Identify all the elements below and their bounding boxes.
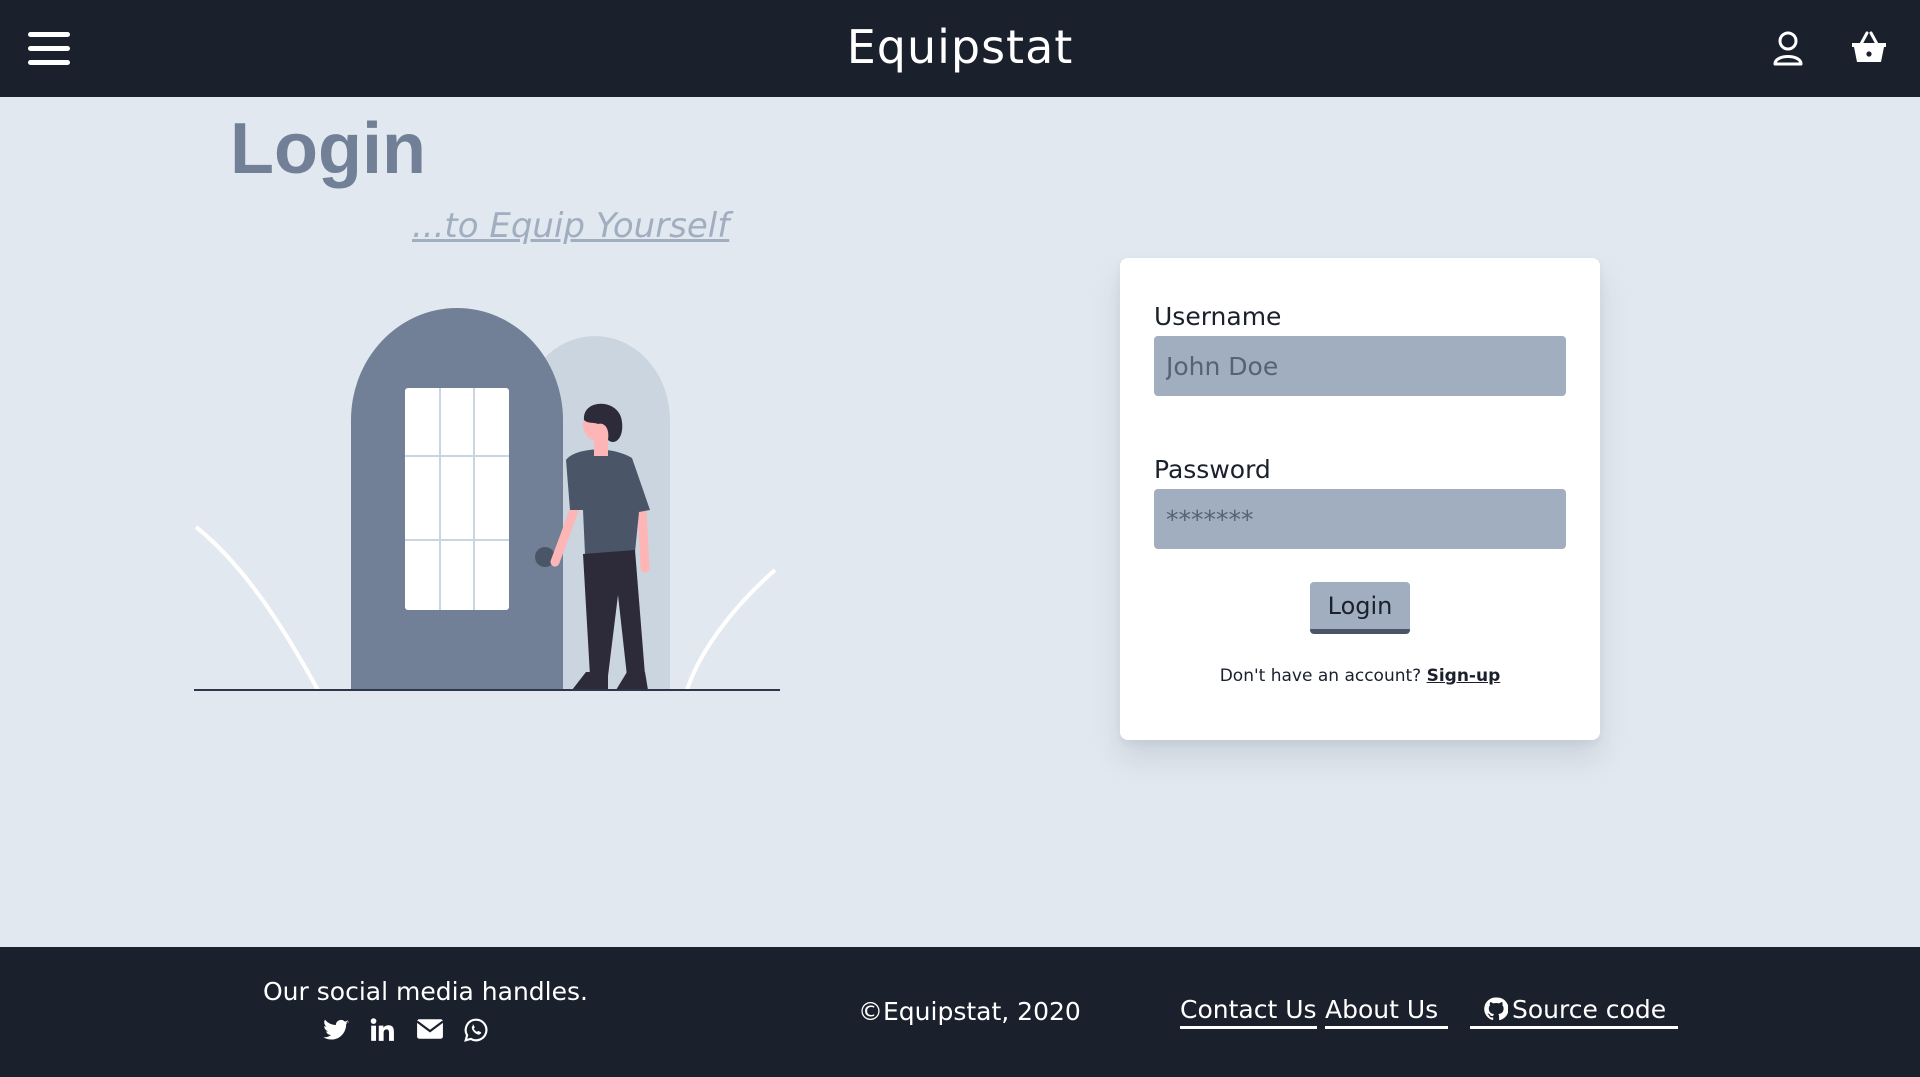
envelope-icon[interactable] xyxy=(416,1017,444,1045)
username-label: Username xyxy=(1154,302,1282,331)
social-title: Our social media handles. xyxy=(263,977,588,1006)
user-icon[interactable] xyxy=(1772,30,1804,66)
username-input[interactable] xyxy=(1154,336,1566,396)
github-icon xyxy=(1484,997,1508,1021)
login-button[interactable]: Login xyxy=(1310,582,1410,634)
signup-link[interactable]: Sign-up xyxy=(1427,666,1501,686)
twitter-icon[interactable] xyxy=(322,1017,350,1045)
social-icons xyxy=(322,1017,505,1045)
footer: Our social media handles. ©Equipstat, 20… xyxy=(0,947,1920,1077)
login-card: Username Password Login Don't have an ac… xyxy=(1120,258,1600,740)
password-label: Password xyxy=(1154,455,1271,484)
signup-line: Don't have an account? Sign-up xyxy=(1120,666,1600,686)
source-code-label: Source code xyxy=(1512,995,1667,1024)
brand-logo[interactable]: Equipstat xyxy=(0,20,1920,74)
password-input[interactable] xyxy=(1154,489,1566,549)
navbar: Equipstat xyxy=(0,0,1920,97)
linkedin-icon[interactable] xyxy=(369,1017,397,1045)
about-us-link[interactable]: About Us xyxy=(1325,995,1449,1029)
signup-prompt: Don't have an account? xyxy=(1219,666,1422,686)
source-code-link[interactable]: Source code xyxy=(1470,995,1679,1029)
page-title: Login xyxy=(230,109,426,189)
door-illustration xyxy=(194,308,780,691)
tagline-link[interactable]: ...to Equip Yourself xyxy=(412,206,729,246)
copyright: ©Equipstat, 2020 xyxy=(858,997,1081,1026)
whatsapp-icon[interactable] xyxy=(463,1017,491,1045)
contact-us-link[interactable]: Contact Us xyxy=(1180,995,1317,1029)
shopping-basket-icon[interactable] xyxy=(1850,30,1888,66)
